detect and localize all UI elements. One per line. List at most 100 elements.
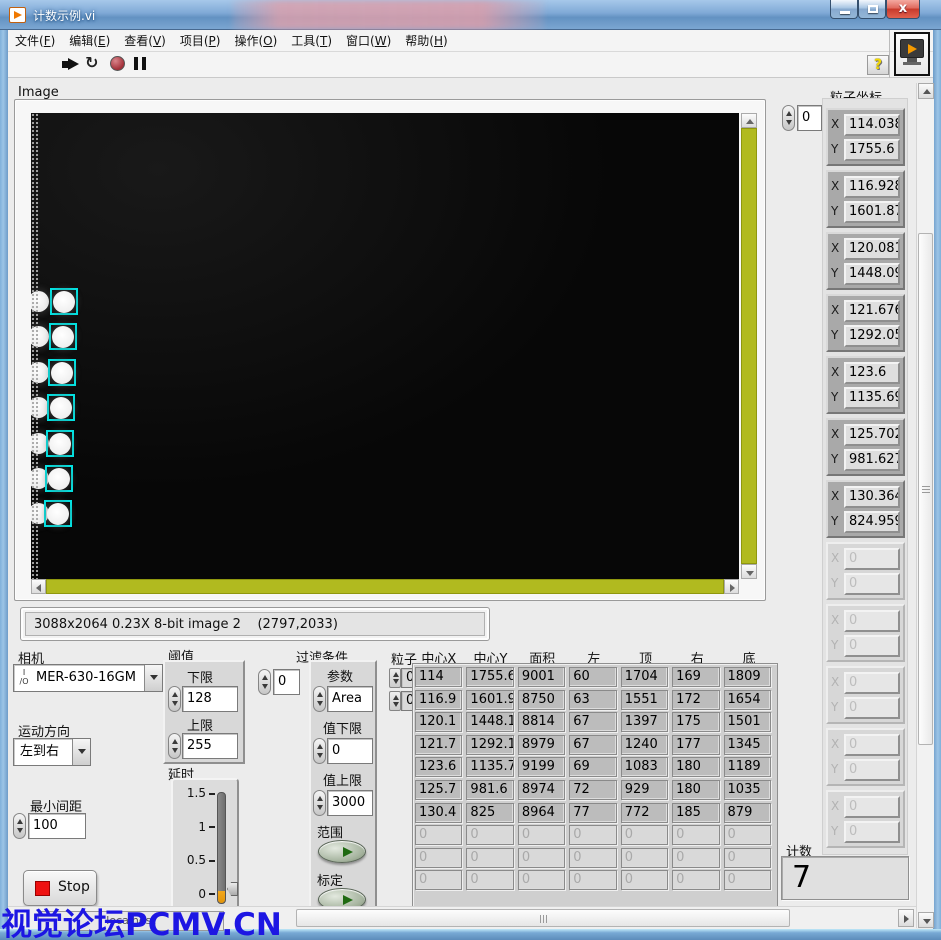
table-cell: 1448.1 — [466, 712, 513, 732]
image-vscroll-thumb[interactable] — [741, 128, 757, 564]
image-label: Image — [18, 85, 59, 100]
table-cell: 772 — [621, 803, 668, 823]
table-cell: 0 — [621, 870, 668, 890]
coord-x-value: 130.364 — [844, 486, 900, 508]
table-cell: 63 — [569, 690, 616, 710]
menu-item-2[interactable]: 查看(V) — [117, 31, 173, 52]
panel-scroll-down[interactable] — [918, 912, 934, 928]
scroll-right-button[interactable] — [724, 579, 739, 594]
pause-button[interactable] — [134, 57, 147, 70]
table-cell: 1755.6 — [466, 667, 513, 687]
scroll-up-button[interactable] — [741, 113, 757, 128]
delay-slider: 1.510.50 — [171, 778, 239, 916]
table-cell: 1292.1 — [466, 735, 513, 755]
count-value: 7 — [792, 860, 811, 895]
menu-item-6[interactable]: 窗口(W) — [339, 31, 398, 52]
table-cell: 172 — [672, 690, 719, 710]
delay-slider-handle[interactable] — [227, 882, 238, 896]
direction-dropdown-button[interactable] — [72, 739, 90, 765]
panel-scroll-right[interactable] — [898, 909, 914, 927]
up-arrow-icon — [923, 89, 931, 94]
table-cell: 120.1 — [415, 712, 462, 732]
calibrate-label: 标定 — [317, 870, 343, 889]
image-hscroll-thumb[interactable] — [46, 579, 724, 594]
scroll-left-button[interactable] — [31, 579, 46, 594]
close-button[interactable]: x — [886, 0, 920, 19]
coord-x-label: X — [831, 737, 839, 751]
table-row-index-spinner[interactable] — [389, 668, 401, 688]
window-border-left — [0, 30, 8, 940]
run-button[interactable] — [62, 58, 80, 71]
table-col-index-spinner[interactable] — [389, 691, 401, 711]
particle-blob — [53, 291, 75, 313]
camera-dropdown-button[interactable] — [144, 665, 162, 691]
camera-combo[interactable]: I/O MER-630-16GM — [13, 664, 163, 692]
thumb-grip — [540, 915, 549, 923]
panel-vscroll-thumb[interactable] — [918, 233, 933, 745]
image-info-box: 3088x2064 0.23X 8-bit image 2 (2797,2033… — [20, 607, 490, 641]
panel-hscroll-thumb[interactable] — [296, 909, 790, 927]
table-cell: 1035 — [724, 780, 771, 800]
min-gap-field[interactable]: 100 — [28, 813, 86, 839]
table-cell: 0 — [518, 825, 565, 845]
menu-item-5[interactable]: 工具(T) — [284, 31, 339, 52]
abort-button[interactable] — [110, 56, 125, 71]
table-cell: 8750 — [518, 690, 565, 710]
run-continuous-button[interactable]: ↻ — [85, 53, 98, 72]
threshold-upper-spinner[interactable] — [168, 733, 181, 759]
filter-index-spinner[interactable] — [258, 669, 271, 695]
down-arrow-icon — [746, 571, 754, 576]
slider-tick-0.5: 0.5 — [187, 853, 215, 867]
filter-upper-spinner[interactable] — [313, 790, 326, 816]
filter-lower-spinner[interactable] — [313, 738, 326, 764]
coord-x-value: 120.081 — [844, 238, 900, 260]
slider-tick-1.5: 1.5 — [187, 786, 215, 800]
menu-item-4[interactable]: 操作(O) — [227, 31, 284, 52]
coord-x-label: X — [831, 303, 839, 317]
table-cell: 169 — [672, 667, 719, 687]
panel-scroll-up[interactable] — [918, 83, 934, 99]
coords-index-spinner[interactable] — [782, 105, 795, 131]
coord-y-value: 981.627 — [844, 449, 900, 471]
menu-bar: 文件(F)编辑(E)查看(V)项目(P)操作(O)工具(T)窗口(W)帮助(H) — [8, 30, 933, 52]
table-cell: 72 — [569, 780, 616, 800]
filter-param-spinner[interactable] — [313, 686, 326, 712]
range-toggle-button[interactable] — [318, 840, 366, 863]
labview-logo-button[interactable] — [894, 32, 930, 76]
coords-index-field[interactable]: 0 — [797, 105, 822, 131]
aero-glass-reflection — [232, 0, 545, 30]
maximize-button[interactable] — [858, 0, 886, 19]
filter-index-field[interactable]: 0 — [273, 669, 300, 695]
min-gap-spinner[interactable] — [13, 813, 26, 839]
scroll-down-button[interactable] — [741, 564, 757, 579]
image-viewport[interactable] — [31, 113, 739, 579]
coord-x-label: X — [831, 241, 839, 255]
slider-tick-1: 1 — [198, 820, 215, 834]
menu-item-3[interactable]: 项目(P) — [173, 31, 228, 52]
menu-item-7[interactable]: 帮助(H) — [398, 31, 454, 52]
filter-param-field[interactable]: Area — [327, 686, 373, 712]
run-icon-arrow — [68, 58, 79, 70]
panel-vertical-scrollbar[interactable] — [916, 83, 934, 928]
delay-slider-track[interactable] — [217, 792, 226, 904]
threshold-lower-field[interactable]: 128 — [182, 686, 238, 712]
particle-table: 1141755.690016017041691809116.91601.9875… — [412, 663, 778, 908]
labview-vi-icon[interactable] — [9, 7, 26, 23]
coord-y-label: Y — [831, 576, 838, 590]
direction-combo[interactable]: 左到右 — [13, 738, 91, 766]
context-help-button[interactable]: ? — [867, 55, 889, 75]
coord-y-label: Y — [831, 762, 838, 776]
minimize-icon — [840, 11, 850, 14]
filter-lower-field[interactable]: 0 — [327, 738, 373, 764]
menu-item-1[interactable]: 编辑(E) — [62, 31, 117, 52]
threshold-upper-field[interactable]: 255 — [182, 733, 238, 759]
table-cell: 1654 — [724, 690, 771, 710]
image-vertical-scrollbar[interactable] — [741, 113, 757, 579]
table-cell: 0 — [569, 825, 616, 845]
menu-item-0[interactable]: 文件(F) — [8, 31, 62, 52]
image-horizontal-scrollbar[interactable] — [31, 579, 739, 594]
minimize-button[interactable] — [830, 0, 858, 19]
table-cell: 0 — [415, 870, 462, 890]
filter-upper-field[interactable]: 3000 — [327, 790, 373, 816]
threshold-lower-spinner[interactable] — [168, 686, 181, 712]
